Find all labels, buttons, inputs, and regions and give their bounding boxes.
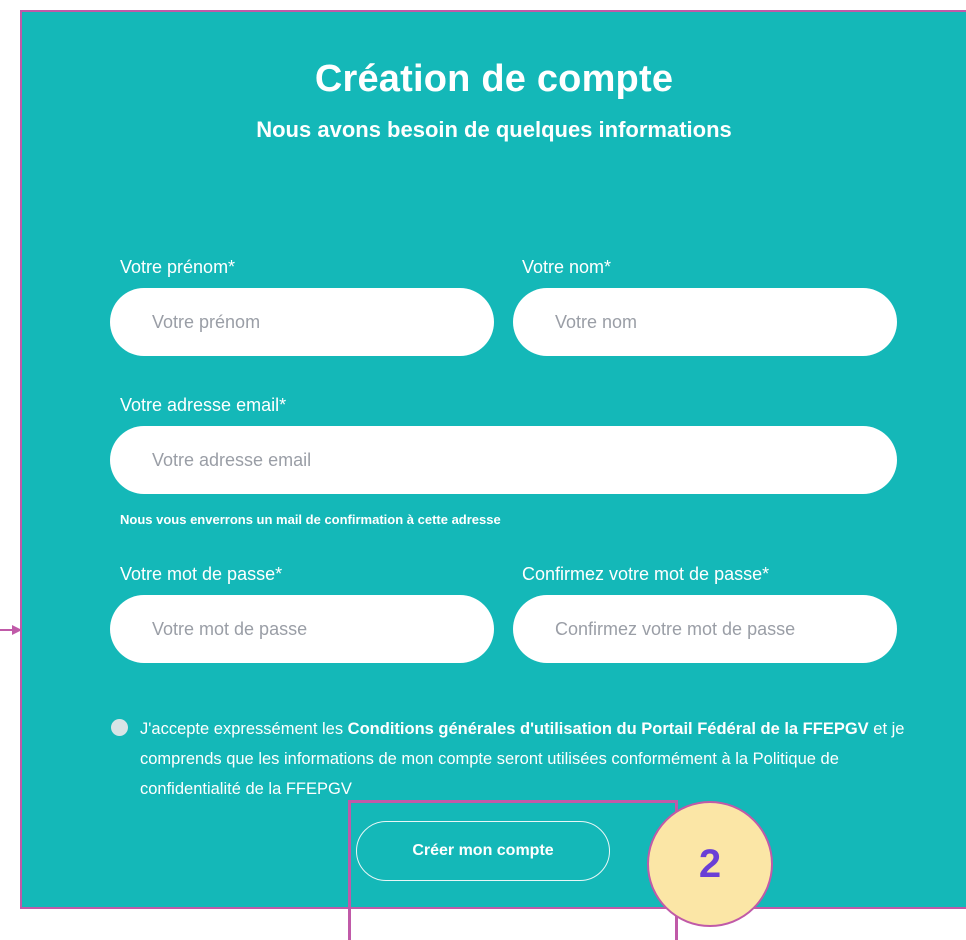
page-subtitle: Nous avons besoin de quelques informatio… xyxy=(256,117,732,142)
lastname-label: Votre nom* xyxy=(522,257,612,277)
email-label: Votre adresse email* xyxy=(120,395,287,415)
firstname-input[interactable] xyxy=(110,288,494,356)
consent-text: J'accepte expressément les Conditions gé… xyxy=(140,714,910,804)
firstname-label: Votre prénom* xyxy=(120,257,236,277)
annotation-highlight-box xyxy=(348,800,678,940)
page-title: Création de compte xyxy=(314,58,674,100)
confirm-password-label: Confirmez votre mot de passe* xyxy=(522,564,770,584)
consent-radio[interactable] xyxy=(111,719,128,736)
annotation-arrow-icon xyxy=(0,625,22,635)
account-creation-panel: Création de compte Nous avons besoin de … xyxy=(20,10,966,909)
email-helper-text: Nous vous enverrons un mail de confirmat… xyxy=(120,512,501,527)
annotation-step-badge: 2 xyxy=(647,801,773,927)
email-input[interactable] xyxy=(110,426,897,494)
password-input[interactable] xyxy=(110,595,494,663)
confirm-password-input[interactable] xyxy=(513,595,897,663)
terms-link[interactable]: Conditions générales d'utilisation du Po… xyxy=(348,720,869,738)
consent-text-a: J'accepte expressément les xyxy=(140,720,348,738)
password-label: Votre mot de passe* xyxy=(120,564,283,584)
page: Création de compte Nous avons besoin de … xyxy=(0,0,966,940)
lastname-input[interactable] xyxy=(513,288,897,356)
